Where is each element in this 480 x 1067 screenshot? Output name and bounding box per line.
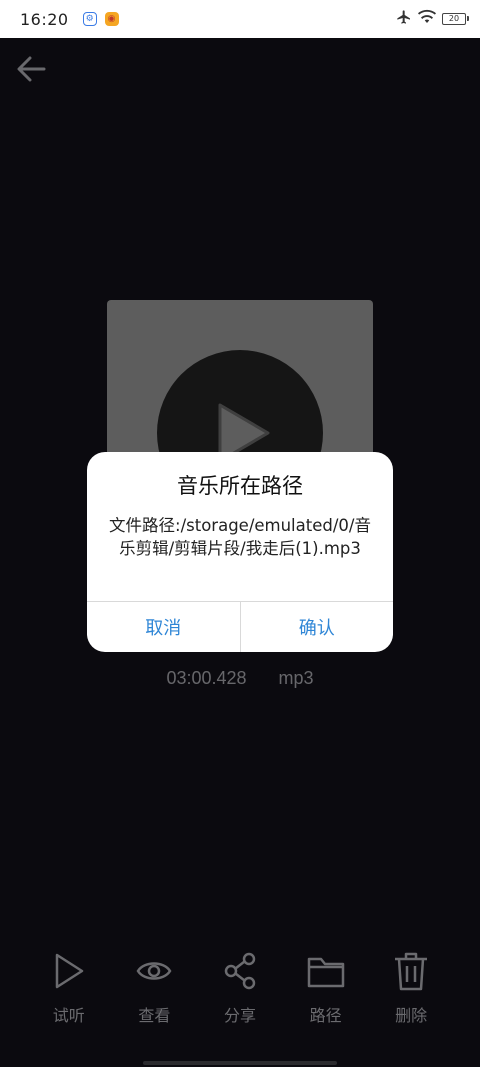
dialog-title: 音乐所在路径 (177, 474, 303, 498)
confirm-button[interactable]: 确认 (239, 602, 394, 652)
path-dialog: 音乐所在路径 文件路径:/storage/emulated/0/音乐剪辑/剪辑片… (87, 452, 393, 652)
status-app-icons: ⚙ ◉ (82, 12, 119, 26)
wifi-icon (418, 9, 436, 29)
airplane-icon (396, 9, 412, 29)
cancel-button[interactable]: 取消 (87, 602, 240, 652)
battery-icon: 20 (442, 13, 469, 25)
status-time: 16:20 (20, 9, 69, 29)
dialog-actions: 取消 确认 (87, 601, 393, 652)
status-bar: 16:20 ⚙ ◉ 20 (0, 0, 480, 38)
status-system-icons: 20 (396, 9, 469, 29)
weibo-icon: ◉ (104, 12, 119, 26)
dialog-message: 文件路径:/storage/emulated/0/音乐剪辑/剪辑片段/我走后(1… (109, 516, 371, 558)
baidu-icon: ⚙ (82, 12, 97, 26)
